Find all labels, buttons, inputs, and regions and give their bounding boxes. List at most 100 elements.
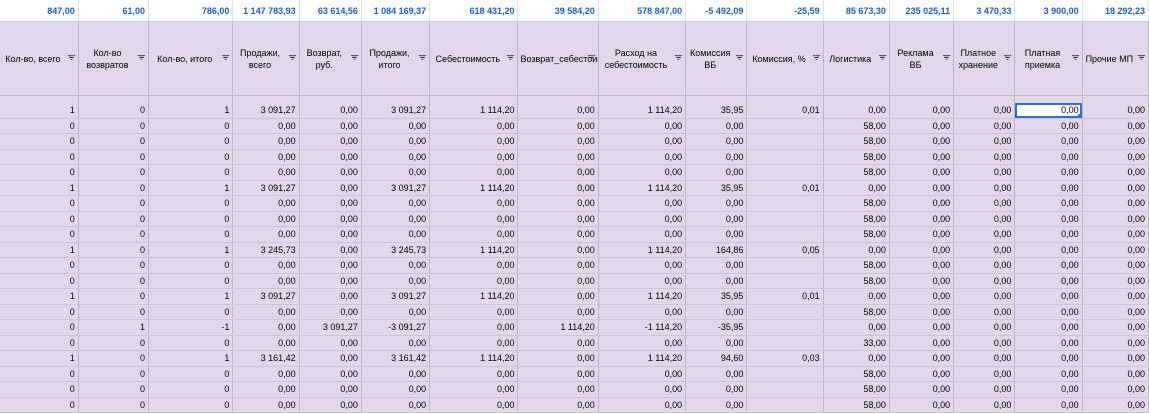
table-cell[interactable]: 0,00 xyxy=(889,211,955,227)
table-cell[interactable]: 0,00 xyxy=(685,304,748,320)
table-cell[interactable]: 0,00 xyxy=(953,366,1016,382)
table-cell[interactable]: 0,00 xyxy=(823,350,890,367)
table-cell[interactable]: 0,00 xyxy=(1082,350,1149,367)
table-cell[interactable] xyxy=(746,195,824,212)
table-cell[interactable]: 0,00 xyxy=(953,288,1016,305)
table-cell[interactable]: 0 xyxy=(0,381,79,398)
table-cell[interactable]: 0 xyxy=(78,288,150,305)
table-cell[interactable]: 0,00 xyxy=(429,211,519,227)
table-cell[interactable]: 0,00 xyxy=(517,211,599,227)
column-header[interactable]: Реклама ВБ xyxy=(889,21,955,96)
table-cell[interactable]: 0,00 xyxy=(517,381,599,398)
table-cell[interactable]: 0,00 xyxy=(685,164,748,181)
table-cell[interactable]: 0,00 xyxy=(299,133,362,150)
table-cell[interactable]: 0,00 xyxy=(889,180,955,196)
table-cell[interactable]: 0 xyxy=(78,164,150,181)
table-cell[interactable]: -35,95 xyxy=(685,319,748,336)
table-cell[interactable]: 0,00 xyxy=(299,288,362,305)
table-cell[interactable]: 0,00 xyxy=(1082,273,1149,289)
table-cell[interactable]: 0,00 xyxy=(1082,381,1149,398)
table-cell[interactable]: 1 114,20 xyxy=(429,103,519,119)
table-cell[interactable]: 0,00 xyxy=(429,304,519,320)
table-cell[interactable]: 0,00 xyxy=(953,335,1016,351)
table-cell[interactable]: 0,00 xyxy=(429,257,519,274)
table-cell[interactable]: 0 xyxy=(78,211,150,227)
table-cell[interactable]: 0,00 xyxy=(299,149,362,165)
table-cell[interactable]: 1 xyxy=(78,319,150,336)
table-cell[interactable]: 0,01 xyxy=(746,103,824,119)
table-cell[interactable]: 3 161,42 xyxy=(361,350,431,367)
table-cell[interactable]: 58,00 xyxy=(823,164,890,181)
table-cell[interactable]: 0,00 xyxy=(232,257,300,274)
table-cell[interactable]: 94,60 xyxy=(685,350,748,367)
table-cell[interactable]: 0,00 xyxy=(517,273,599,289)
table-cell[interactable] xyxy=(746,257,824,274)
table-cell[interactable]: 0,00 xyxy=(953,381,1016,398)
table-cell[interactable]: 0,00 xyxy=(1082,397,1149,413)
table-cell[interactable]: 3 091,27 xyxy=(232,180,300,196)
table-cell[interactable]: 0,00 xyxy=(1082,133,1149,150)
total-cell[interactable]: -5 492,09 xyxy=(685,0,748,22)
spacer-cell[interactable] xyxy=(746,95,824,103)
table-cell[interactable]: 0 xyxy=(0,304,79,320)
column-header[interactable]: Комиссия, % xyxy=(746,21,824,96)
table-cell[interactable]: 1 114,20 xyxy=(429,180,519,196)
table-cell[interactable]: 35,95 xyxy=(685,103,748,119)
table-cell[interactable]: 58,00 xyxy=(823,226,890,243)
spacer-cell[interactable] xyxy=(78,95,150,103)
total-cell[interactable]: 847,00 xyxy=(0,0,79,22)
table-cell[interactable]: 0,00 xyxy=(232,319,300,336)
table-cell[interactable]: 0,00 xyxy=(598,366,687,382)
filter-dropdown-icon[interactable] xyxy=(878,53,887,62)
table-cell[interactable]: 0,00 xyxy=(232,195,300,212)
filter-dropdown-icon[interactable] xyxy=(67,53,76,62)
filter-dropdown-icon[interactable] xyxy=(674,53,683,62)
table-cell[interactable]: 35,95 xyxy=(685,288,748,305)
table-cell[interactable]: 58,00 xyxy=(823,195,890,212)
table-cell[interactable]: 1 114,20 xyxy=(517,319,599,336)
table-cell[interactable]: 0,00 xyxy=(299,335,362,351)
table-cell[interactable]: 0,00 xyxy=(1082,195,1149,212)
table-cell[interactable]: 0,00 xyxy=(299,180,362,196)
table-cell[interactable]: 0,00 xyxy=(685,195,748,212)
table-cell[interactable]: 0 xyxy=(78,381,150,398)
table-cell[interactable]: 0 xyxy=(148,149,234,165)
table-cell[interactable]: 0 xyxy=(148,118,234,134)
table-cell[interactable]: 0,00 xyxy=(685,335,748,351)
table-cell[interactable]: 0,00 xyxy=(889,103,955,119)
table-cell[interactable]: 0,00 xyxy=(889,257,955,274)
table-cell[interactable]: 0,00 xyxy=(299,226,362,243)
table-cell[interactable]: 0 xyxy=(148,211,234,227)
table-cell[interactable]: 0,00 xyxy=(517,397,599,413)
table-cell[interactable]: 0,00 xyxy=(1082,226,1149,243)
table-cell[interactable]: 0 xyxy=(0,149,79,165)
table-cell[interactable]: 0,00 xyxy=(429,195,519,212)
filter-dropdown-icon[interactable] xyxy=(942,53,951,62)
table-cell[interactable]: 1 xyxy=(0,350,79,367)
table-cell[interactable]: 0,00 xyxy=(361,273,431,289)
table-cell[interactable]: 0,00 xyxy=(1014,335,1083,351)
table-cell[interactable]: 3 091,27 xyxy=(361,103,431,119)
table-cell[interactable]: 58,00 xyxy=(823,366,890,382)
table-cell[interactable]: 0,00 xyxy=(361,366,431,382)
column-header[interactable]: Возврат, руб. xyxy=(299,21,362,96)
table-cell[interactable]: 3 091,27 xyxy=(361,180,431,196)
table-cell[interactable]: 0,00 xyxy=(299,366,362,382)
table-cell[interactable]: 0,00 xyxy=(1014,257,1083,274)
table-cell[interactable]: 0,00 xyxy=(517,350,599,367)
table-cell[interactable]: 0,00 xyxy=(232,397,300,413)
table-cell[interactable]: 0 xyxy=(148,335,234,351)
filter-dropdown-icon[interactable] xyxy=(812,53,821,62)
table-cell[interactable]: 0,00 xyxy=(1014,273,1083,289)
table-cell[interactable]: 0,00 xyxy=(685,149,748,165)
table-cell[interactable]: 0,00 xyxy=(232,381,300,398)
table-cell[interactable]: 1 xyxy=(148,242,234,258)
table-cell[interactable]: 0 xyxy=(78,335,150,351)
column-header[interactable]: Продажи, всего xyxy=(232,21,300,96)
table-cell[interactable]: 0 xyxy=(148,226,234,243)
table-cell[interactable]: 0,00 xyxy=(685,397,748,413)
table-cell[interactable]: 0,00 xyxy=(429,164,519,181)
table-cell[interactable]: 0,00 xyxy=(953,195,1016,212)
table-cell[interactable]: 0,00 xyxy=(232,226,300,243)
table-cell[interactable] xyxy=(746,304,824,320)
